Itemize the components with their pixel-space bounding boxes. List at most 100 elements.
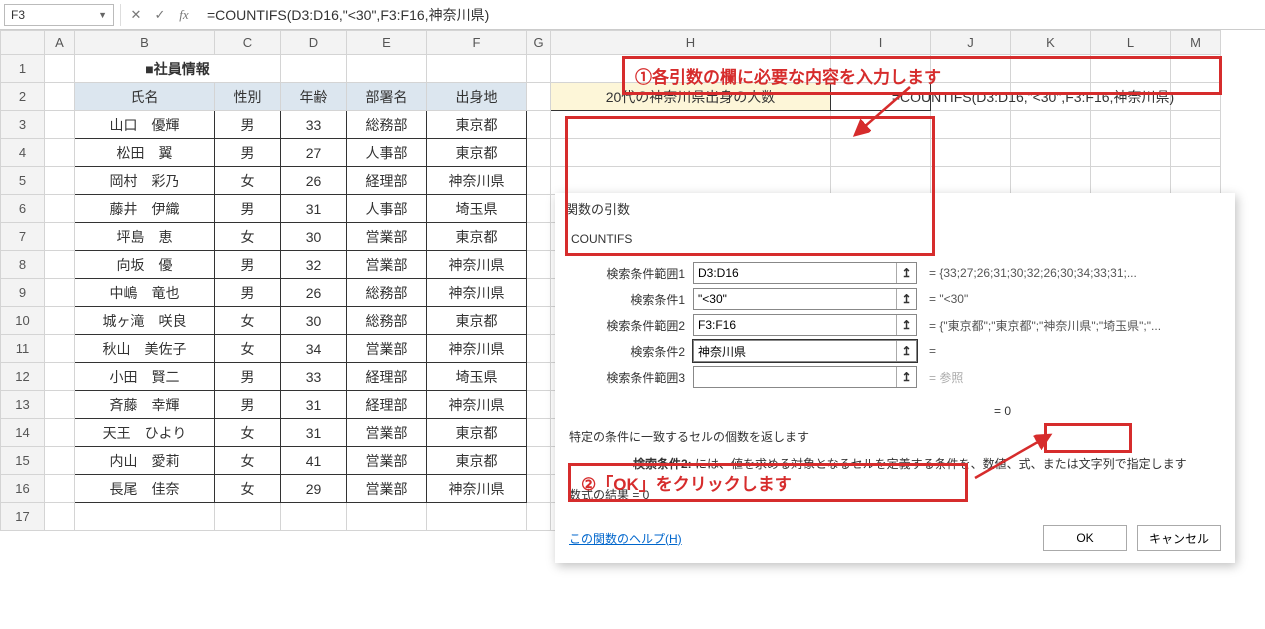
col-header[interactable]: G [527, 31, 551, 55]
cell-gender[interactable]: 男 [215, 111, 281, 139]
cancel-button[interactable]: キャンセル [1137, 525, 1221, 551]
argument-input[interactable] [694, 289, 896, 309]
cell-dept[interactable]: 営業部 [347, 335, 427, 363]
cell-age[interactable]: 33 [281, 363, 347, 391]
cell-origin[interactable]: 東京都 [427, 447, 527, 475]
row-header[interactable]: 15 [1, 447, 45, 475]
row-header[interactable]: 16 [1, 475, 45, 503]
name-box[interactable]: F3 ▼ [4, 4, 114, 26]
col-header[interactable]: D [281, 31, 347, 55]
cell-name[interactable]: 小田 賢二 [75, 363, 215, 391]
cell-age[interactable]: 30 [281, 307, 347, 335]
col-header[interactable]: A [45, 31, 75, 55]
cell-origin[interactable]: 東京都 [427, 139, 527, 167]
cell-gender[interactable]: 男 [215, 251, 281, 279]
fx-icon[interactable]: fx [175, 7, 193, 23]
cell-name[interactable]: 城ヶ滝 咲良 [75, 307, 215, 335]
cell-gender[interactable]: 男 [215, 279, 281, 307]
cell-name[interactable]: 長尾 佳奈 [75, 475, 215, 503]
col-header[interactable]: C [215, 31, 281, 55]
row-header[interactable]: 1 [1, 55, 45, 83]
cell-name[interactable]: 斉藤 幸輝 [75, 391, 215, 419]
chevron-down-icon[interactable]: ▼ [98, 10, 107, 20]
cell-dept[interactable]: 人事部 [347, 195, 427, 223]
cell-dept[interactable]: 経理部 [347, 391, 427, 419]
cancel-icon[interactable]: ✕ [127, 7, 145, 23]
cell-dept[interactable]: 営業部 [347, 419, 427, 447]
cell-age[interactable]: 26 [281, 279, 347, 307]
col-header[interactable]: H [551, 31, 831, 55]
cell-age[interactable]: 27 [281, 139, 347, 167]
cell-gender[interactable]: 女 [215, 475, 281, 503]
row-header[interactable]: 4 [1, 139, 45, 167]
row-header[interactable]: 17 [1, 503, 45, 531]
row-header[interactable]: 9 [1, 279, 45, 307]
select-all-corner[interactable] [1, 31, 45, 55]
cell-dept[interactable]: 総務部 [347, 307, 427, 335]
range-selector-icon[interactable]: ↥ [896, 341, 916, 361]
cell-origin[interactable]: 東京都 [427, 419, 527, 447]
cell-origin[interactable]: 東京都 [427, 111, 527, 139]
row-header[interactable]: 12 [1, 363, 45, 391]
cell-gender[interactable]: 女 [215, 335, 281, 363]
cell-dept[interactable]: 経理部 [347, 167, 427, 195]
cell-age[interactable]: 41 [281, 447, 347, 475]
col-header[interactable]: K [1011, 31, 1091, 55]
argument-input[interactable] [694, 367, 896, 387]
cell-age[interactable]: 29 [281, 475, 347, 503]
col-header[interactable]: I [831, 31, 931, 55]
argument-input[interactable] [694, 315, 896, 335]
cell-origin[interactable]: 埼玉県 [427, 195, 527, 223]
cell-age[interactable]: 32 [281, 251, 347, 279]
row-header[interactable]: 8 [1, 251, 45, 279]
cell-age[interactable]: 30 [281, 223, 347, 251]
cell-dept[interactable]: 営業部 [347, 251, 427, 279]
row-header[interactable]: 14 [1, 419, 45, 447]
cell-name[interactable]: 天王 ひより [75, 419, 215, 447]
cell-origin[interactable]: 神奈川県 [427, 335, 527, 363]
cell-origin[interactable]: 東京都 [427, 223, 527, 251]
range-selector-icon[interactable]: ↥ [896, 315, 916, 335]
formula-input[interactable]: =COUNTIFS(D3:D16,"<30",F3:F16,神奈川県) [199, 5, 1265, 25]
row-header[interactable]: 2 [1, 83, 45, 111]
row-header[interactable]: 11 [1, 335, 45, 363]
cell-name[interactable]: 松田 翼 [75, 139, 215, 167]
cell-gender[interactable]: 男 [215, 139, 281, 167]
cell-name[interactable]: 内山 愛莉 [75, 447, 215, 475]
cell-gender[interactable]: 女 [215, 419, 281, 447]
argument-input[interactable] [694, 263, 896, 283]
cell-origin[interactable]: 神奈川県 [427, 167, 527, 195]
col-header[interactable]: F [427, 31, 527, 55]
cell-name[interactable]: 秋山 美佐子 [75, 335, 215, 363]
cell-dept[interactable]: 営業部 [347, 223, 427, 251]
range-selector-icon[interactable]: ↥ [896, 263, 916, 283]
col-header[interactable]: L [1091, 31, 1171, 55]
cell-origin[interactable]: 神奈川県 [427, 475, 527, 503]
cell-dept[interactable]: 経理部 [347, 363, 427, 391]
cell-origin[interactable]: 埼玉県 [427, 363, 527, 391]
cell-gender[interactable]: 女 [215, 223, 281, 251]
cell-name[interactable]: 中嶋 竜也 [75, 279, 215, 307]
col-header[interactable]: B [75, 31, 215, 55]
row-header[interactable]: 10 [1, 307, 45, 335]
cell-age[interactable]: 31 [281, 391, 347, 419]
cell-gender[interactable]: 男 [215, 363, 281, 391]
cell-origin[interactable]: 神奈川県 [427, 279, 527, 307]
cell-age[interactable]: 33 [281, 111, 347, 139]
cell-dept[interactable]: 営業部 [347, 475, 427, 503]
cell-origin[interactable]: 東京都 [427, 307, 527, 335]
cell-gender[interactable]: 男 [215, 391, 281, 419]
cell-name[interactable]: 岡村 彩乃 [75, 167, 215, 195]
row-header[interactable]: 3 [1, 111, 45, 139]
cell-gender[interactable]: 女 [215, 447, 281, 475]
range-selector-icon[interactable]: ↥ [896, 367, 916, 387]
cell-name[interactable]: 藤井 伊織 [75, 195, 215, 223]
ok-button[interactable]: OK [1043, 525, 1127, 551]
cell-origin[interactable]: 神奈川県 [427, 251, 527, 279]
cell-dept[interactable]: 営業部 [347, 447, 427, 475]
cell-dept[interactable]: 人事部 [347, 139, 427, 167]
cell-age[interactable]: 31 [281, 419, 347, 447]
cell-dept[interactable]: 総務部 [347, 279, 427, 307]
cell-age[interactable]: 31 [281, 195, 347, 223]
row-header[interactable]: 5 [1, 167, 45, 195]
